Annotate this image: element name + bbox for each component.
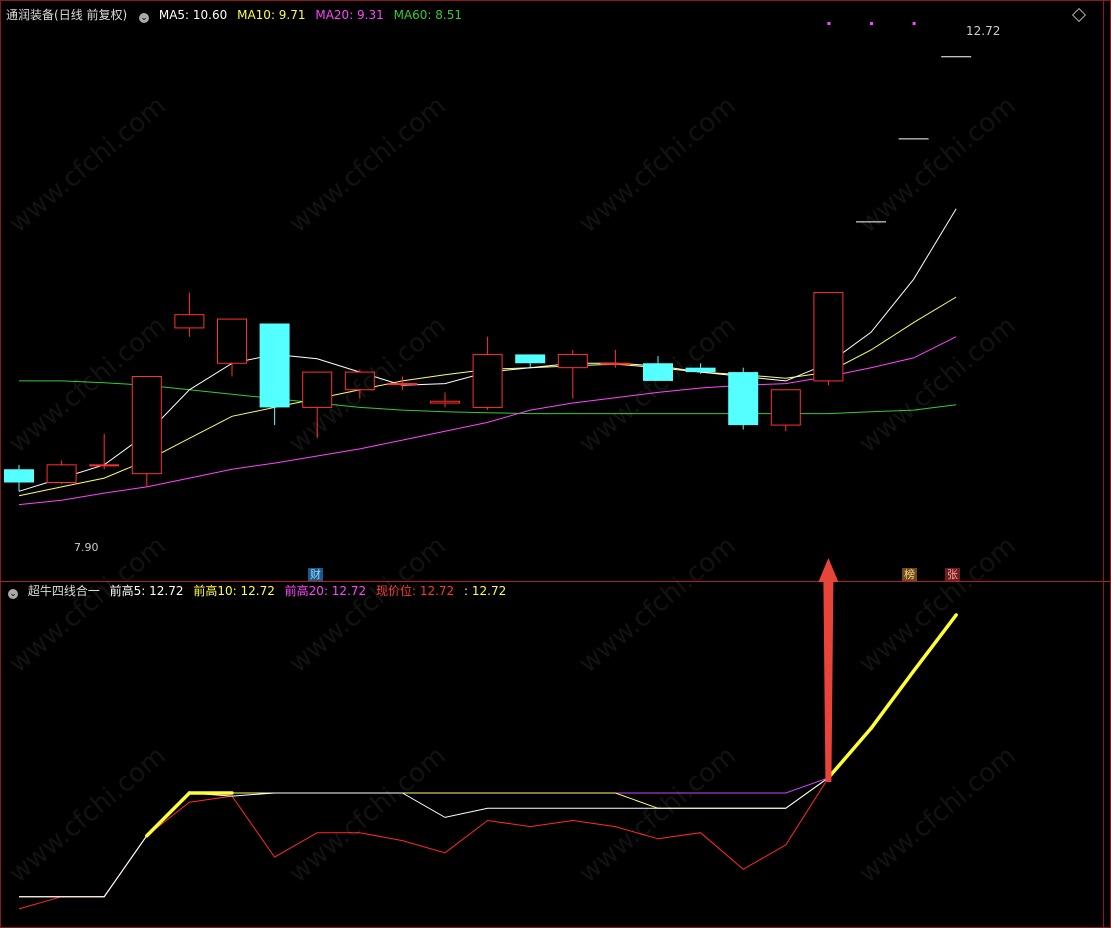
low-price-marker: 7.90 [74,541,99,554]
candle-body [131,376,162,475]
collapse-icon[interactable]: ⌄ [139,13,150,23]
legend-ma5: MA5: 10.60 [158,8,228,22]
candle-body [430,400,460,404]
breakout-highlight [869,669,916,731]
legend-front-high10: 前高10: 12.72 [193,584,275,598]
high-price-marker: 12.72 [966,24,1001,38]
legend-current-price: 现价位: 12.72 [375,584,455,598]
candle-body [217,318,247,364]
legend-extra: : 12.72 [464,584,507,598]
chart-canvas [0,0,1111,928]
breakout-highlight [826,726,873,780]
event-badge-limit-up[interactable]: 张 [945,568,960,581]
candle-body [89,464,120,467]
legend-ma60: MA60: 8.51 [393,8,463,22]
current-line [18,614,957,910]
signal-dot [870,22,873,25]
signal-dot [827,22,831,25]
legend-ma20: MA20: 9.31 [315,8,384,22]
candle-body [515,354,546,364]
period-label: (日线 前复权) [54,8,128,22]
breakout-highlight [911,613,958,673]
candle-body [472,353,503,408]
breakout-arrow [818,558,839,782]
legend-front-high5: 前高5: 12.72 [109,584,184,598]
event-badge-finance[interactable]: 财 [308,568,323,581]
candle-body [46,464,77,484]
candle-body [344,371,375,391]
candle-body [4,469,34,483]
legend-front-high20: 前高20: 12.72 [284,584,367,598]
candle-body [387,383,418,386]
candle-body [557,353,588,369]
stock-name[interactable]: 通润装备 [6,8,54,22]
front-high10-line [19,614,957,898]
candle-body [728,372,759,426]
lower-legend: ⌄ 超牛四线合一 前高5: 12.72 前高10: 12.72 前高20: 12… [6,583,512,599]
chart-stage: 通润装备(日线 前复权) ⌄ MA5: 10.60 MA10: 9.71 MA2… [0,0,1111,928]
candle-body [813,292,844,382]
front-high20-line [19,614,957,898]
legend-ma10: MA10: 9.71 [237,8,306,22]
candle-body [643,363,673,381]
candle-body [685,367,716,373]
candle-body [259,323,290,408]
breakout-highlight [145,791,192,838]
candle-body [600,362,631,365]
indicator-name[interactable]: 超牛四线合一 [28,584,100,598]
chart-frame [0,0,1111,928]
candle-body [302,371,333,408]
event-badge-ranking[interactable]: 榜 [902,568,917,581]
upper-legend: 通润装备(日线 前复权) ⌄ MA5: 10.60 MA10: 9.71 MA2… [6,7,468,23]
candle-body [174,314,205,329]
candle-body [770,389,801,426]
front-high5-line [19,614,957,898]
collapse-icon[interactable]: ⌄ [8,589,18,599]
signal-dot [912,22,916,25]
